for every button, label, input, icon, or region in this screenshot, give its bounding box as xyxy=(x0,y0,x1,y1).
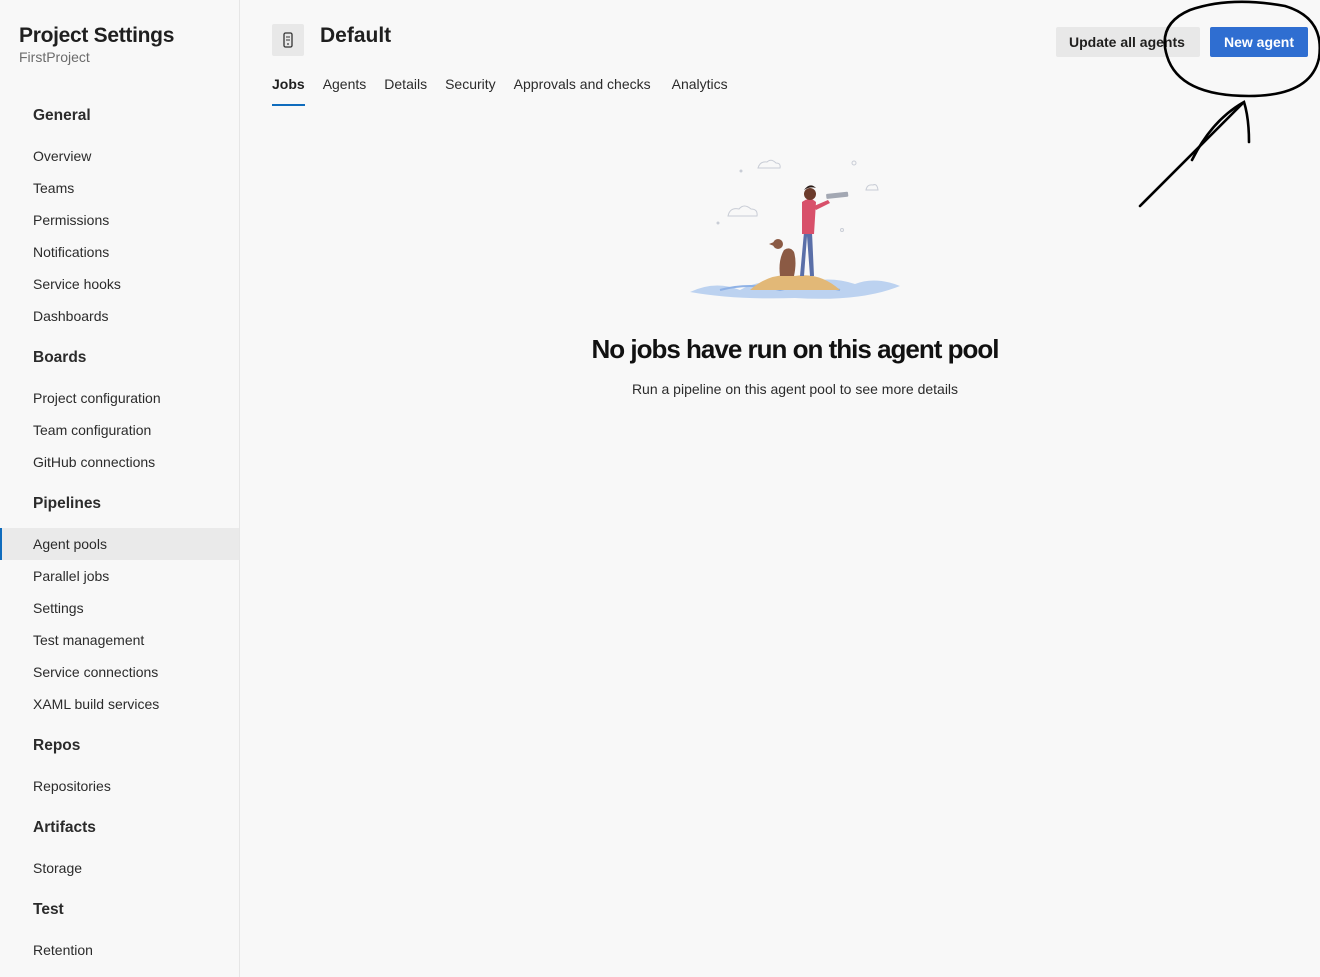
tab-security[interactable]: Security xyxy=(445,74,496,94)
sidebar-item-permissions[interactable]: Permissions xyxy=(0,204,239,236)
section-repos: Repos Repositories xyxy=(0,732,239,802)
agent-pool-icon xyxy=(272,24,304,56)
explorer-on-island-illustration xyxy=(690,159,900,299)
sidebar-item-github-connections[interactable]: GitHub connections xyxy=(0,446,239,478)
section-header-test: Test xyxy=(33,901,64,918)
settings-sidebar: Project Settings FirstProject General Ov… xyxy=(0,0,240,977)
sidebar-title: Project Settings xyxy=(19,24,175,47)
sidebar-item-settings[interactable]: Settings xyxy=(0,592,239,624)
sidebar-item-project-configuration[interactable]: Project configuration xyxy=(0,382,239,414)
section-general: General Overview Teams Permissions Notif… xyxy=(0,102,239,332)
tab-jobs[interactable]: Jobs xyxy=(272,74,305,106)
tab-details[interactable]: Details xyxy=(384,74,427,94)
sidebar-item-dashboards[interactable]: Dashboards xyxy=(0,300,239,332)
tab-approvals-and-checks[interactable]: Approvals and checks xyxy=(514,74,651,94)
section-artifacts: Artifacts Storage xyxy=(0,814,239,884)
sidebar-item-xaml-build-services[interactable]: XAML build services xyxy=(0,688,239,720)
sidebar-item-teams[interactable]: Teams xyxy=(0,172,239,204)
section-header-pipelines: Pipelines xyxy=(33,495,102,512)
empty-state-subtitle: Run a pipeline on this agent pool to see… xyxy=(631,381,959,397)
section-test: Test Retention xyxy=(0,896,239,966)
sidebar-item-team-configuration[interactable]: Team configuration xyxy=(0,414,239,446)
sidebar-item-notifications[interactable]: Notifications xyxy=(0,236,239,268)
section-header-general: General xyxy=(33,107,91,124)
section-header-repos: Repos xyxy=(33,737,81,754)
sidebar-item-agent-pools[interactable]: Agent pools xyxy=(0,528,239,560)
section-pipelines: Pipelines Agent pools Parallel jobs Sett… xyxy=(0,490,239,720)
new-agent-button[interactable]: New agent xyxy=(1210,27,1308,57)
sidebar-item-test-management[interactable]: Test management xyxy=(0,624,239,656)
sidebar-item-overview[interactable]: Overview xyxy=(0,140,239,172)
sidebar-item-parallel-jobs[interactable]: Parallel jobs xyxy=(0,560,239,592)
tab-agents[interactable]: Agents xyxy=(323,74,367,94)
app-window: Project Settings FirstProject General Ov… xyxy=(0,0,1320,977)
sidebar-item-repositories[interactable]: Repositories xyxy=(0,770,239,802)
section-header-artifacts: Artifacts xyxy=(33,819,96,836)
page-title: Default xyxy=(320,24,392,47)
empty-state-title: No jobs have run on this agent pool xyxy=(591,334,999,364)
section-boards: Boards Project configuration Team config… xyxy=(0,344,239,478)
update-all-agents-button[interactable]: Update all agents xyxy=(1056,27,1200,57)
sidebar-item-service-connections[interactable]: Service connections xyxy=(0,656,239,688)
section-header-boards: Boards xyxy=(33,349,87,366)
sidebar-item-storage[interactable]: Storage xyxy=(0,852,239,884)
tab-analytics[interactable]: Analytics xyxy=(672,74,728,94)
sidebar-item-service-hooks[interactable]: Service hooks xyxy=(0,268,239,300)
tab-bar: Jobs Agents Details Security Approvals a… xyxy=(272,74,746,108)
sidebar-item-retention[interactable]: Retention xyxy=(0,934,239,966)
project-name[interactable]: FirstProject xyxy=(19,49,90,65)
device-icon xyxy=(283,32,293,48)
